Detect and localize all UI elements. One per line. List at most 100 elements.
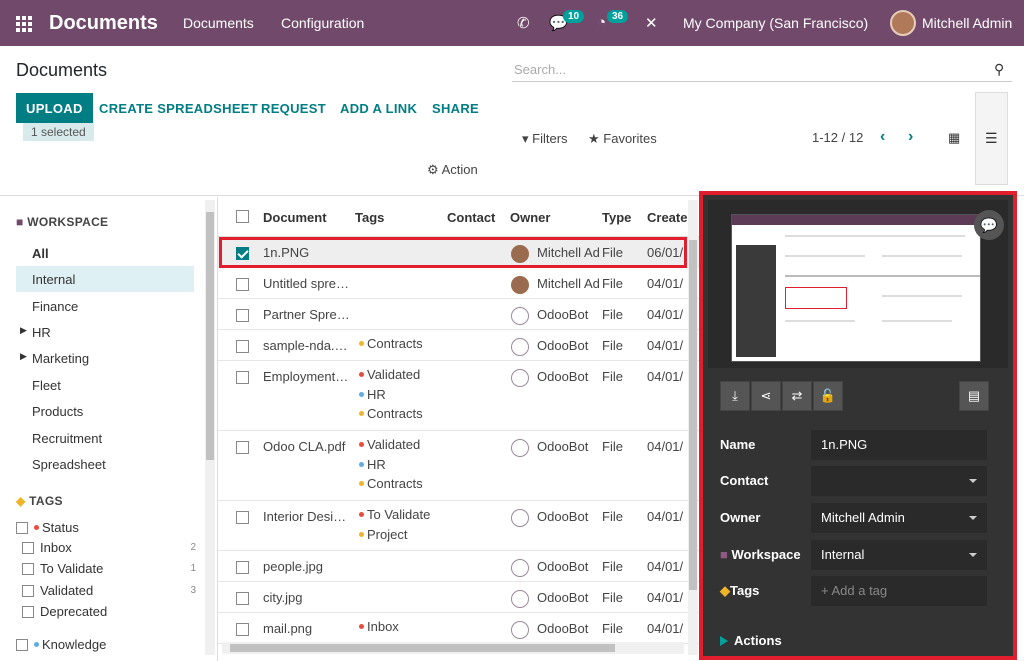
table-row[interactable]: people.jpg OdooBot File 04/01/ (218, 551, 699, 582)
tag-badge: Contracts (359, 404, 423, 424)
select-all-checkbox[interactable] (236, 210, 249, 223)
chat-bubble-icon[interactable]: 💬 (974, 210, 1004, 240)
row-checkbox[interactable] (236, 561, 249, 574)
owner-field[interactable]: Mitchell Admin (811, 503, 987, 533)
table-row[interactable]: sample-nda.… Contracts OdooBot File 04/01/ (218, 330, 699, 361)
actions-toggle[interactable]: Actions (720, 633, 782, 648)
tag-group-knowledge[interactable]: Knowledge (16, 637, 196, 652)
table-row[interactable]: mail.png Inbox OdooBot File 04/01/ (218, 613, 699, 644)
name-label: Name (720, 437, 756, 452)
list-scrollbar[interactable] (688, 200, 698, 655)
document-preview[interactable]: 💬 (708, 200, 1008, 368)
pager-next-icon[interactable]: › (908, 128, 913, 146)
tags-field[interactable]: + Add a tag (811, 576, 987, 606)
row-checkbox[interactable] (236, 371, 249, 384)
add-link-button[interactable]: ADD A LINK (330, 93, 427, 123)
row-checkbox[interactable] (236, 623, 249, 636)
row-checkbox[interactable] (236, 511, 249, 524)
column-tags[interactable]: Tags (355, 210, 384, 225)
download-icon[interactable]: ⤓ (720, 381, 750, 411)
menu-configuration[interactable]: Configuration (281, 15, 364, 31)
document-tags: To Validate Project (359, 505, 430, 544)
phone-icon[interactable]: ✆ (517, 14, 530, 32)
document-name[interactable]: Employment… (263, 369, 348, 384)
row-checkbox[interactable] (236, 592, 249, 605)
sidebar-item-finance[interactable]: Finance (16, 293, 194, 319)
user-menu[interactable]: Mitchell Admin (922, 15, 1012, 31)
document-name[interactable]: mail.png (263, 621, 312, 636)
sidebar-item-all[interactable]: All (16, 240, 194, 266)
row-checkbox[interactable] (236, 309, 249, 322)
app-brand[interactable]: Documents (49, 12, 158, 35)
name-field[interactable]: 1n.PNG (811, 430, 987, 460)
document-name[interactable]: sample-nda.… (263, 338, 348, 353)
document-name[interactable]: Odoo CLA.pdf (263, 439, 345, 454)
row-checkbox[interactable] (236, 441, 249, 454)
selection-count: 1 selected (23, 123, 94, 141)
activity-icon[interactable]: ◔ (597, 14, 606, 31)
tools-icon[interactable]: ✕ (645, 14, 658, 32)
tag-badge: HR (359, 455, 423, 475)
column-contact[interactable]: Contact (447, 210, 495, 225)
list-view-button[interactable]: ☰ (975, 92, 1008, 185)
favorites-toggle[interactable]: ★ Favorites (588, 131, 657, 147)
sidebar-scrollbar[interactable] (205, 200, 215, 655)
sidebar-item-recruitment[interactable]: Recruitment (16, 425, 194, 451)
user-avatar[interactable] (890, 10, 916, 36)
column-type[interactable]: Type (602, 210, 631, 225)
workspace-field[interactable]: Internal (811, 540, 987, 570)
menu-documents[interactable]: Documents (183, 15, 254, 31)
list-horizontal-scrollbar[interactable] (222, 642, 684, 654)
column-owner[interactable]: Owner (510, 210, 550, 225)
table-row[interactable]: city.jpg OdooBot File 04/01/ (218, 582, 699, 613)
sidebar-item-marketing[interactable]: ▶ Marketing (16, 345, 194, 371)
sidebar-item-hr[interactable]: ▶ HR (16, 319, 194, 345)
row-checkbox[interactable] (236, 278, 249, 291)
replace-icon[interactable]: ⇄ (782, 381, 812, 411)
tag-color-dot (359, 624, 364, 629)
upload-button[interactable]: UPLOAD (16, 93, 93, 123)
contact-field[interactable] (811, 466, 987, 496)
document-name[interactable]: Interior Desi… (263, 509, 346, 524)
sidebar-item-fleet[interactable]: Fleet (16, 372, 194, 398)
tag-validated[interactable]: Validated 3 (22, 583, 202, 598)
tag-to-validate[interactable]: To Validate 1 (22, 561, 202, 576)
sidebar-item-internal[interactable]: Internal (16, 266, 194, 292)
search-input[interactable]: Search... (512, 58, 1012, 82)
document-created: 04/01/ (647, 369, 684, 384)
column-document[interactable]: Document (263, 210, 327, 225)
tag-color-dot (359, 372, 364, 377)
apps-menu-icon[interactable] (16, 16, 32, 32)
pager-previous-icon[interactable]: ‹ (880, 128, 885, 146)
document-name[interactable]: people.jpg (263, 559, 323, 574)
document-name[interactable]: Partner Spre… (263, 307, 350, 322)
document-name[interactable]: Untitled spre… (263, 276, 349, 291)
archive-icon[interactable]: ▤ (959, 381, 989, 411)
table-row[interactable]: Partner Spre… OdooBot File 04/01/ (218, 299, 699, 330)
tag-deprecated[interactable]: Deprecated (22, 604, 202, 619)
create-spreadsheet-button[interactable]: CREATE SPREADSHEET (89, 93, 268, 123)
table-row[interactable]: Odoo CLA.pdf Validated HR Contracts OdooBot F… (218, 431, 699, 501)
share-button[interactable]: SHARE (422, 93, 489, 123)
request-button[interactable]: REQUEST (251, 93, 336, 123)
share-icon[interactable]: ⋖ (751, 381, 781, 411)
pager-value[interactable]: 1-12 / 12 (812, 130, 863, 145)
row-checkbox[interactable] (236, 340, 249, 353)
tag-color-dot (359, 411, 364, 416)
table-row[interactable]: Employment… Validated HR Contracts OdooBot Fi… (218, 361, 699, 431)
kanban-view-icon[interactable]: ▦ (948, 130, 968, 150)
company-switcher[interactable]: My Company (San Francisco) (683, 15, 868, 31)
document-created: 04/01/ (647, 559, 684, 574)
filters-toggle[interactable]: ▾ Filters (522, 131, 568, 147)
document-name[interactable]: city.jpg (263, 590, 303, 605)
action-menu[interactable]: ⚙ Action (427, 162, 478, 178)
table-row[interactable]: Untitled spre… Mitchell Ad File 04/01/ (218, 268, 699, 299)
unlock-icon[interactable]: 🔓 (813, 381, 843, 411)
tag-group-status[interactable]: Status (16, 520, 196, 535)
tag-color-dot (359, 531, 364, 537)
tag-inbox[interactable]: Inbox 2 (22, 540, 202, 555)
table-row[interactable]: Interior Desi… To Validate Project OdooBot F… (218, 501, 699, 551)
sidebar-item-products[interactable]: Products (16, 398, 194, 424)
search-icon[interactable]: ⚲ (994, 61, 1020, 78)
sidebar-item-spreadsheet[interactable]: Spreadsheet (16, 451, 194, 477)
